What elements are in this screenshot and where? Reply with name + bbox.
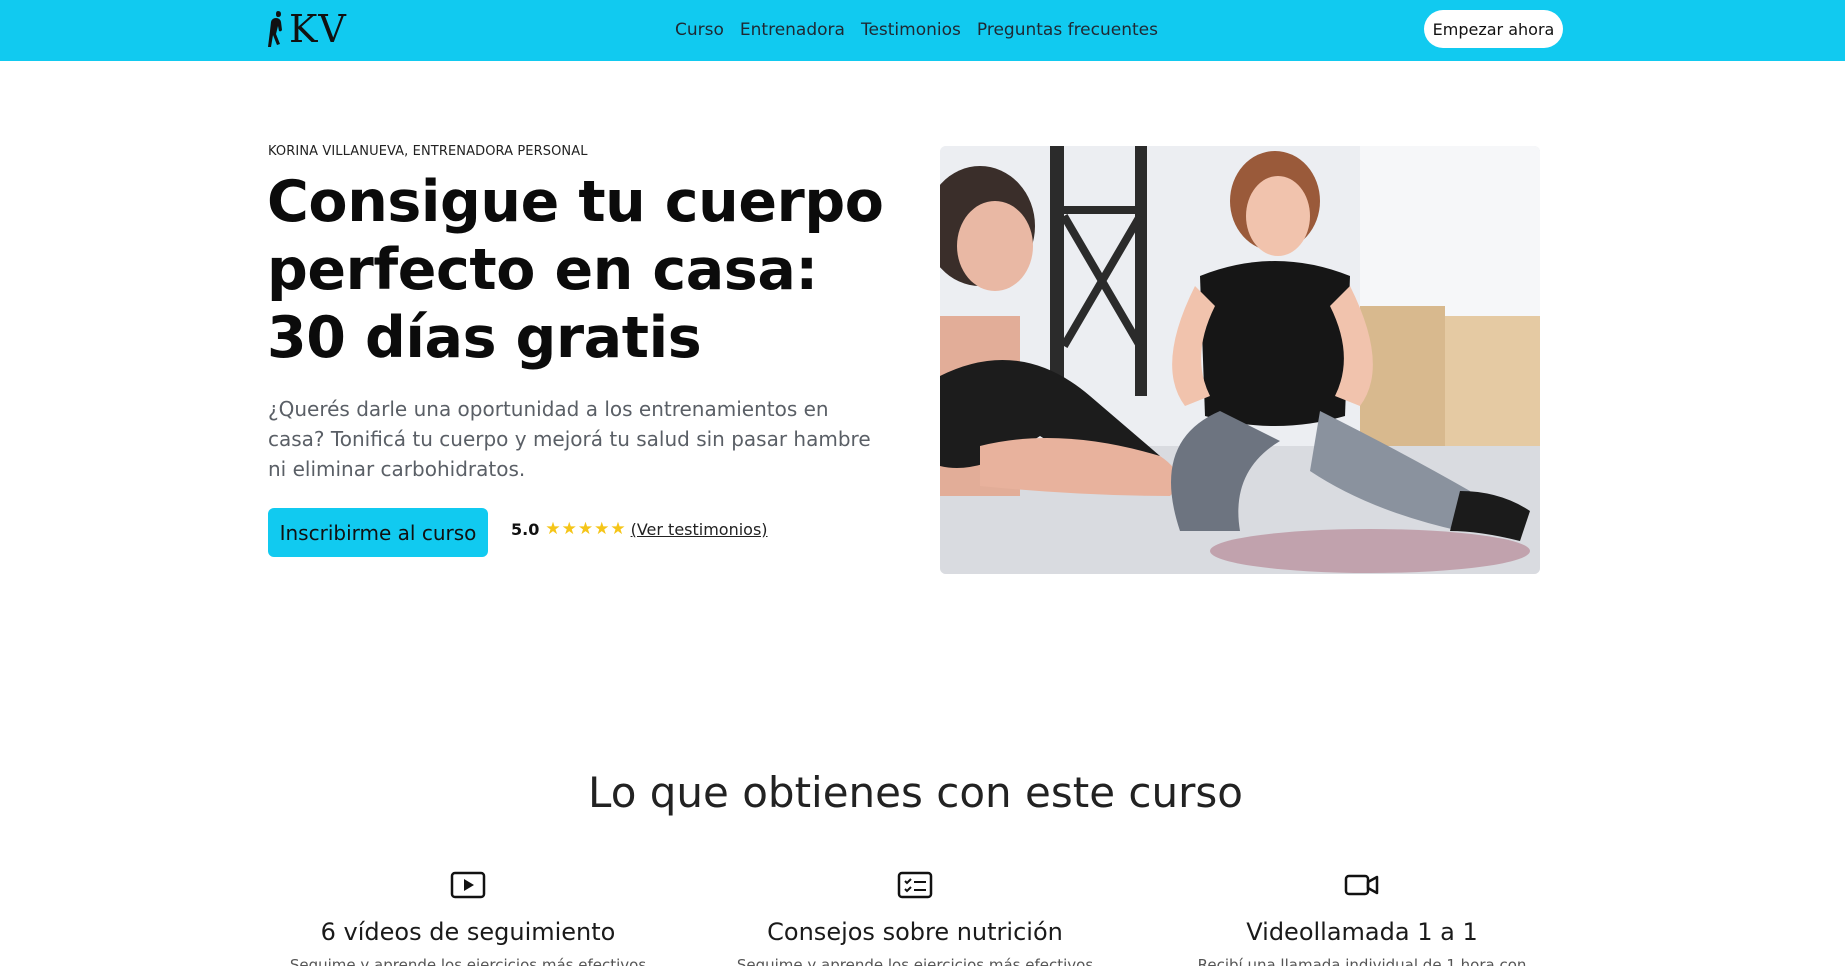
feature-title: 6 vídeos de seguimiento (320, 918, 616, 946)
star-icon: ★ (577, 519, 594, 539)
nav-links: Curso Entrenadora Testimonios Preguntas … (675, 19, 1174, 41)
play-video-icon (450, 871, 486, 899)
runner-silhouette-icon (268, 11, 282, 47)
star-icon: ★ (561, 519, 577, 539)
feature-nutrition: Consejos sobre nutrición Seguime y apren… (705, 870, 1125, 966)
feature-description: Seguime y aprende los ejercicios más efe… (289, 956, 647, 966)
features-title: Lo que obtienes con este curso (588, 768, 1243, 817)
nav-link-curso[interactable]: Curso (675, 19, 724, 41)
video-camera-icon (1344, 874, 1379, 896)
feature-videos: 6 vídeos de seguimiento Seguime y aprend… (258, 870, 678, 966)
nav-link-preguntas-frecuentes[interactable]: Preguntas frecuentes (977, 19, 1158, 41)
feature-title: Consejos sobre nutrición (767, 918, 1063, 946)
feature-title: Videollamada 1 a 1 (1246, 918, 1478, 946)
logo[interactable]: KV (267, 8, 353, 50)
star-icon: ★ (545, 519, 561, 539)
enroll-course-button[interactable]: Inscribirme al curso (268, 508, 488, 557)
nav-link-entrenadora[interactable]: Entrenadora (740, 19, 845, 41)
view-testimonials-link[interactable]: (Ver testimonios) (631, 520, 768, 539)
logo-text: KV (289, 7, 347, 51)
hero-subtitle: ¿Querés darle una oportunidad a los entr… (268, 397, 871, 481)
star-icon: ★ (610, 519, 626, 539)
hero-photo (940, 146, 1540, 574)
feature-videocall: Videollamada 1 a 1 Recibí una llamada in… (1152, 870, 1572, 966)
rating-value: 5.0 (511, 520, 540, 539)
star-icon: ★ (594, 519, 610, 539)
trainers-photo-illustration (940, 146, 1540, 574)
feature-description: Seguime y aprende los ejercicios más efe… (736, 956, 1094, 966)
start-now-button[interactable]: Empezar ahora (1424, 10, 1563, 48)
rating-stars: ★ ★ ★ ★ ★ (545, 521, 626, 538)
navbar: KV Curso Entrenadora Testimonios Pregunt… (0, 0, 1845, 61)
hero-title: Consigue tu cuerpo perfecto en casa: 30 … (267, 169, 884, 371)
nav-link-testimonios[interactable]: Testimonios (861, 19, 961, 41)
checklist-icon (897, 871, 933, 899)
rating: 5.0 ★ ★ ★ ★ ★ (Ver testimonios) (511, 520, 768, 539)
hero-eyebrow: KORINA VILLANUEVA, ENTRENADORA PERSONAL (268, 144, 588, 159)
feature-description: Recibí una llamada individual de 1 hora … (1197, 956, 1527, 966)
